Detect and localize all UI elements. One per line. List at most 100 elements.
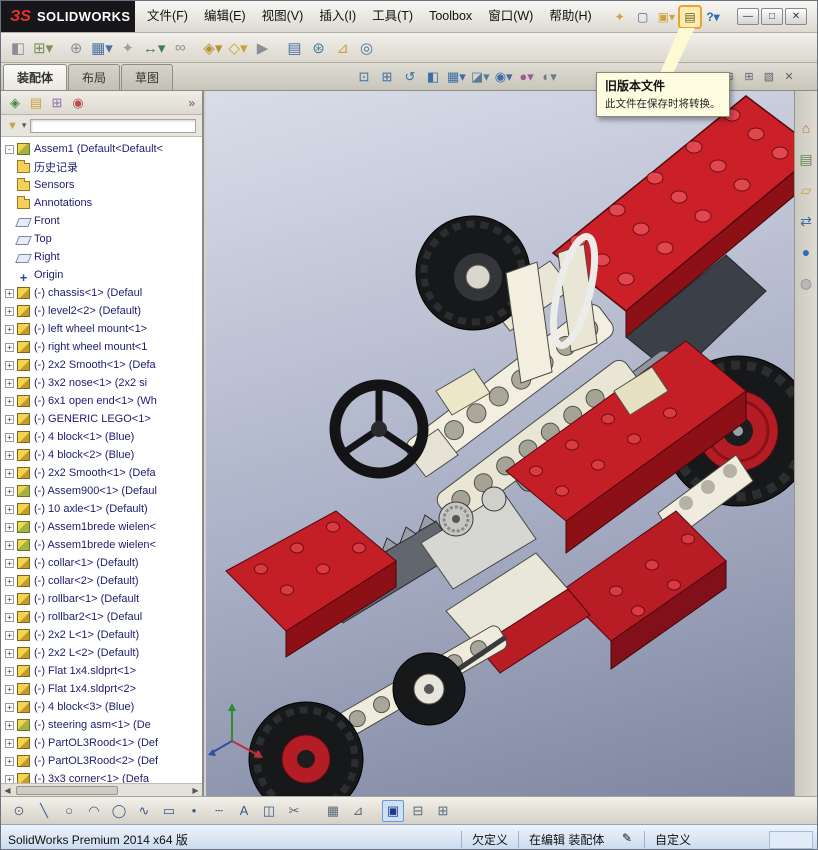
tree-item[interactable]: + (-) 4 block<2> (Blue) bbox=[5, 446, 202, 464]
tree-item[interactable]: Sensors bbox=[5, 176, 202, 194]
menu-item[interactable]: 窗口(W) bbox=[480, 1, 541, 32]
new-document-icon[interactable]: ▢ bbox=[633, 7, 653, 27]
tree-filter-input[interactable] bbox=[30, 118, 196, 133]
featuremanager-tab-icon[interactable]: ◈ bbox=[6, 94, 24, 112]
model-pulley-wheel[interactable] bbox=[392, 652, 466, 726]
point-icon[interactable]: • bbox=[183, 800, 205, 822]
tree-item[interactable]: + (-) PartOL3Rood<1> (Def bbox=[5, 734, 202, 752]
zoom-fit-icon[interactable]: ⊡ bbox=[353, 66, 375, 87]
old-version-file-warning-icon[interactable]: ▤ bbox=[678, 4, 702, 29]
menu-item[interactable]: 插入(I) bbox=[311, 1, 364, 32]
tree-expander[interactable]: + bbox=[5, 756, 14, 766]
apply-scene-icon[interactable]: ◐▾ bbox=[539, 66, 561, 87]
tree-horizontal-scrollbar[interactable]: ◀ ▶ bbox=[1, 783, 202, 796]
tree-expander[interactable] bbox=[5, 235, 14, 244]
pane-split-vertical-icon[interactable]: ⊞ bbox=[741, 68, 757, 84]
tree-item[interactable]: + (-) 2x2 L<1> (Default) bbox=[5, 626, 202, 644]
centerline-icon[interactable]: ┄ bbox=[208, 800, 230, 822]
tree-expander[interactable]: + bbox=[5, 378, 14, 388]
menu-item[interactable]: 编辑(E) bbox=[196, 1, 254, 32]
minimize-button[interactable]: — bbox=[737, 8, 759, 25]
tree-expander[interactable]: + bbox=[5, 576, 14, 586]
smart-fasteners-icon[interactable]: ✦ bbox=[117, 37, 139, 59]
model-steering-wheel[interactable] bbox=[329, 379, 459, 479]
open-document-icon[interactable]: ▣▾ bbox=[656, 7, 677, 27]
zoom-area-icon[interactable]: ⊞ bbox=[376, 66, 398, 87]
tree-expander[interactable]: + bbox=[5, 540, 14, 550]
menu-item[interactable]: 文件(F) bbox=[139, 1, 196, 32]
instant3d-icon[interactable]: ⊿ bbox=[332, 37, 354, 59]
tab-layout[interactable]: 布局 bbox=[68, 64, 121, 90]
tree-item[interactable]: + (-) collar<2> (Default) bbox=[5, 572, 202, 590]
tree-item[interactable]: + (-) GENERIC LEGO<1> bbox=[5, 410, 202, 428]
menu-item[interactable]: 帮助(H) bbox=[541, 1, 599, 32]
pane-float-icon[interactable]: ▧ bbox=[761, 68, 777, 84]
quick-snaps-icon[interactable]: ⊿ bbox=[347, 800, 369, 822]
tree-expander[interactable] bbox=[5, 271, 14, 280]
tree-item[interactable]: + (-) 2x2 Smooth<1> (Defa bbox=[5, 356, 202, 374]
tree-expander[interactable]: + bbox=[5, 324, 14, 334]
rectangle-icon[interactable]: ▭ bbox=[158, 800, 180, 822]
panel-overflow-chevron[interactable]: » bbox=[186, 96, 197, 110]
tree-item[interactable]: + (-) collar<1> (Default) bbox=[5, 554, 202, 572]
tree-item[interactable]: + (-) level2<2> (Default) bbox=[5, 302, 202, 320]
tree-item[interactable]: + (-) Flat 1x4.sldprt<2> bbox=[5, 680, 202, 698]
tree-item[interactable]: + (-) 2x2 Smooth<1> (Defa bbox=[5, 464, 202, 482]
tree-item[interactable]: + (-) Assem900<1> (Defaul bbox=[5, 482, 202, 500]
tree-expander[interactable]: + bbox=[5, 774, 14, 783]
tree-item[interactable]: + (-) 10 axle<1> (Default) bbox=[5, 500, 202, 518]
move-component-icon[interactable]: ↔▾ bbox=[141, 37, 168, 59]
close-pane-icon[interactable]: ✕ bbox=[781, 68, 797, 84]
circle-icon[interactable]: ○ bbox=[58, 800, 80, 822]
assembly-features-icon[interactable]: ◈▾ bbox=[201, 37, 224, 59]
tree-expander[interactable]: + bbox=[5, 396, 14, 406]
tree-item[interactable]: + (-) 3x2 nose<1> (2x2 si bbox=[5, 374, 202, 392]
propertymanager-tab-icon[interactable]: ▤ bbox=[27, 94, 45, 112]
tree-expander[interactable]: + bbox=[5, 630, 14, 640]
tree-item[interactable]: Front bbox=[5, 212, 202, 230]
line-icon[interactable]: ╲ bbox=[33, 800, 55, 822]
tree-expander[interactable]: + bbox=[5, 432, 14, 442]
tree-expander[interactable]: + bbox=[5, 306, 14, 316]
linear-component-pattern-icon[interactable]: ▦▾ bbox=[89, 37, 115, 59]
tree-item[interactable]: Top bbox=[5, 230, 202, 248]
scrollbar-track[interactable] bbox=[14, 785, 189, 796]
tree-expander[interactable] bbox=[5, 253, 14, 262]
tree-item[interactable]: + (-) Assem1brede wielen< bbox=[5, 518, 202, 536]
tree-item[interactable]: + (-) 3x3 corner<1> (Defa bbox=[5, 770, 202, 783]
select-icon[interactable]: ⊙ bbox=[8, 800, 30, 822]
reference-geometry-icon[interactable]: ◇▾ bbox=[226, 37, 249, 59]
configurationmanager-tab-icon[interactable]: ⊞ bbox=[48, 94, 66, 112]
trim-entities-icon[interactable]: ✂ bbox=[283, 800, 305, 822]
menu-pin-icon[interactable]: ✦ bbox=[610, 7, 630, 27]
show-hidden-components-icon[interactable]: ∞ bbox=[169, 37, 191, 59]
tree-expander[interactable] bbox=[5, 163, 14, 172]
ellipse-icon[interactable]: ◯ bbox=[108, 800, 130, 822]
tree-expander[interactable]: + bbox=[5, 414, 14, 424]
tree-expander[interactable]: + bbox=[5, 522, 14, 532]
single-view-icon[interactable]: ▣ bbox=[382, 799, 404, 822]
scroll-left-icon[interactable]: ◀ bbox=[1, 786, 14, 795]
tree-expander[interactable] bbox=[5, 181, 14, 190]
customize-statusbar-button[interactable]: 自定义 bbox=[644, 831, 691, 848]
scroll-right-icon[interactable]: ▶ bbox=[189, 786, 202, 795]
tree-item[interactable]: Annotations bbox=[5, 194, 202, 212]
spline-icon[interactable]: ∿ bbox=[133, 800, 155, 822]
text-sketch-icon[interactable]: A bbox=[233, 800, 255, 822]
tree-expander[interactable]: + bbox=[5, 288, 14, 298]
mate-icon[interactable]: ⊕ bbox=[65, 37, 87, 59]
tree-item[interactable]: + (-) Flat 1x4.sldprt<1> bbox=[5, 662, 202, 680]
tree-item[interactable]: + (-) Assem1brede wielen< bbox=[5, 536, 202, 554]
tree-expander[interactable]: + bbox=[5, 594, 14, 604]
tree-item[interactable]: Right bbox=[5, 248, 202, 266]
tree-expander[interactable]: + bbox=[5, 486, 14, 496]
home-icon[interactable]: ⌂ bbox=[797, 119, 815, 137]
tree-expander[interactable] bbox=[5, 217, 14, 226]
filter-chevron-icon[interactable]: ▾ bbox=[22, 120, 27, 131]
custom-properties-icon[interactable]: ◍ bbox=[797, 274, 815, 292]
view-orientation-icon[interactable]: ▦▾ bbox=[445, 66, 468, 87]
large-design-review-icon[interactable]: ◎ bbox=[356, 37, 378, 59]
tree-expander[interactable] bbox=[5, 199, 14, 208]
grid-snap-icon[interactable]: ▦ bbox=[322, 800, 344, 822]
tree-expander[interactable]: + bbox=[5, 684, 14, 694]
